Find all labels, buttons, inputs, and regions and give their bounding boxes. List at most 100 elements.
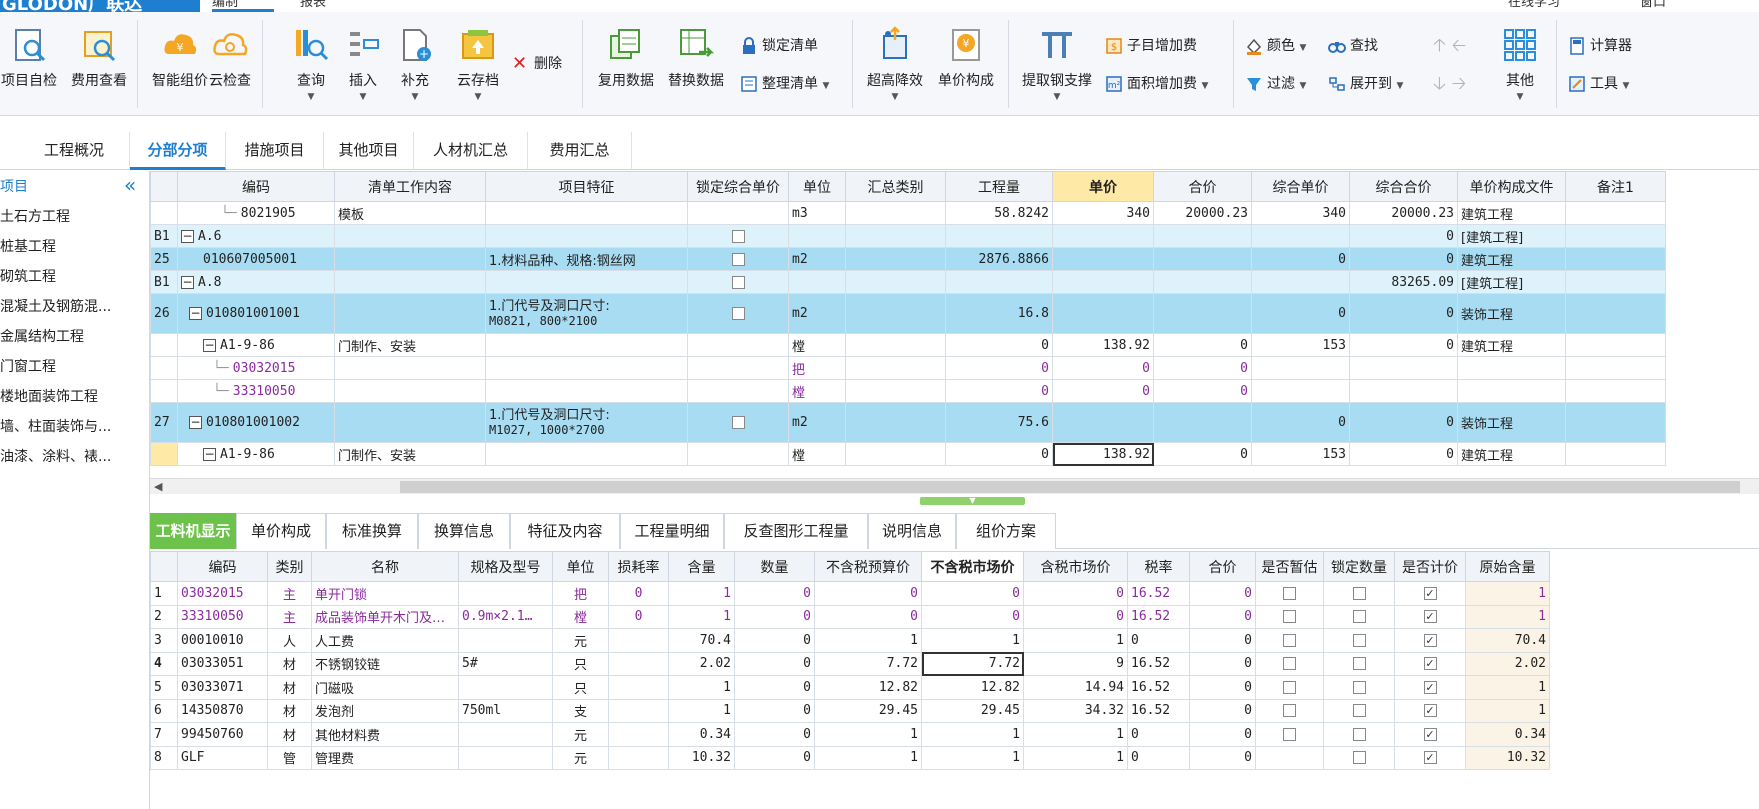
col-header[interactable]: 名称 bbox=[311, 551, 459, 582]
budget-price-cell[interactable]: 12.82 bbox=[814, 675, 922, 700]
code-cell[interactable]: └─ 03032015 bbox=[177, 356, 335, 380]
loss-rate-cell[interactable] bbox=[608, 698, 669, 723]
comp-total-cell[interactable]: 0 bbox=[1349, 333, 1458, 357]
project-check-button[interactable]: 项目自检 bbox=[0, 22, 62, 114]
note-cell[interactable] bbox=[1565, 402, 1666, 443]
tab-description-info[interactable]: 说明信息 bbox=[868, 513, 956, 549]
checked-checkbox-icon[interactable]: ✓ bbox=[1423, 751, 1437, 765]
note-cell[interactable] bbox=[1565, 224, 1666, 248]
panel-splitter-handle[interactable]: ▼ bbox=[920, 497, 1025, 505]
table-row[interactable]: └─ 8021905 模板 m3 58.8242 340 20000.23 34… bbox=[150, 201, 1666, 225]
total-cell[interactable]: 0 bbox=[1189, 604, 1256, 629]
comp-price-cell[interactable]: 153 bbox=[1251, 442, 1350, 466]
name-cell[interactable]: 门磁吸 bbox=[311, 675, 459, 700]
content-cell[interactable] bbox=[334, 356, 486, 380]
total-cell[interactable]: 20000.23 bbox=[1153, 201, 1252, 225]
tree-item-pile[interactable]: 桩基工程 bbox=[0, 233, 148, 261]
col-header-market-price[interactable]: 不含税市场价 bbox=[921, 551, 1024, 582]
col-header[interactable]: 类别 bbox=[267, 551, 312, 582]
loss-rate-cell[interactable] bbox=[608, 651, 669, 676]
checkbox[interactable] bbox=[1283, 586, 1296, 600]
spec-cell[interactable]: 0.9m×2.1… bbox=[458, 604, 553, 629]
tax-rate-cell[interactable]: 16.52 bbox=[1127, 581, 1190, 606]
category-cell[interactable]: 材 bbox=[267, 651, 312, 676]
category-cell[interactable]: 材 bbox=[267, 675, 312, 700]
comp-price-cell[interactable]: 340 bbox=[1251, 201, 1350, 225]
checkbox[interactable] bbox=[1352, 610, 1366, 624]
tab-pricing-scheme[interactable]: 组价方案 bbox=[956, 513, 1056, 549]
tax-market-price-cell[interactable]: 1 bbox=[1023, 722, 1128, 747]
loss-rate-cell[interactable] bbox=[608, 745, 669, 770]
quantity-cell[interactable]: 0 bbox=[734, 581, 815, 606]
tax-market-price-cell[interactable]: 0 bbox=[1023, 604, 1128, 629]
code-cell[interactable]: − A.8 bbox=[177, 270, 335, 294]
content-cell[interactable] bbox=[334, 402, 486, 443]
col-header[interactable]: 单价构成文件 bbox=[1457, 171, 1566, 202]
comp-total-cell[interactable] bbox=[1349, 379, 1458, 403]
code-cell[interactable]: 03032015 bbox=[177, 581, 268, 606]
priced-checkbox-cell[interactable]: ✓ bbox=[1394, 745, 1466, 770]
total-cell[interactable]: 0 bbox=[1189, 675, 1256, 700]
comp-total-cell[interactable]: 0 bbox=[1349, 224, 1458, 248]
qty-cell[interactable]: 0 bbox=[945, 356, 1053, 380]
sum-cat-cell[interactable] bbox=[845, 379, 946, 403]
code-cell[interactable]: − A.6 bbox=[177, 224, 335, 248]
sum-cat-cell[interactable] bbox=[845, 247, 946, 271]
checkbox[interactable] bbox=[1283, 727, 1296, 741]
lock-cell[interactable] bbox=[687, 293, 789, 334]
price-cell[interactable]: 138.92 bbox=[1052, 333, 1154, 357]
code-cell[interactable]: −010801001002 bbox=[177, 402, 335, 443]
name-cell[interactable]: 管理费 bbox=[311, 745, 459, 770]
comp-total-cell[interactable] bbox=[1349, 356, 1458, 380]
priced-checkbox-cell[interactable]: ✓ bbox=[1394, 628, 1466, 653]
checked-checkbox-icon[interactable]: ✓ bbox=[1423, 680, 1437, 694]
tax-rate-cell[interactable]: 0 bbox=[1127, 722, 1190, 747]
budget-price-cell[interactable]: 0 bbox=[814, 581, 922, 606]
expand-to-button[interactable]: 展开到 ▼ bbox=[1328, 72, 1403, 96]
col-header[interactable]: 单位 bbox=[788, 171, 846, 202]
sub-add-fee-button[interactable]: $ 子目增加费 bbox=[1105, 34, 1197, 58]
sum-cat-cell[interactable] bbox=[845, 270, 946, 294]
tree-item-project[interactable]: 项目 bbox=[0, 173, 148, 201]
content-cell[interactable]: 门制作、安装 bbox=[334, 333, 486, 357]
col-header[interactable]: 是否暂估 bbox=[1255, 551, 1324, 582]
area-add-fee-button[interactable]: m² 面积增加费 ▼ bbox=[1105, 72, 1208, 96]
priced-checkbox-cell[interactable]: ✓ bbox=[1394, 604, 1466, 629]
sum-cat-cell[interactable] bbox=[845, 442, 946, 466]
qty-cell[interactable]: 0 bbox=[945, 379, 1053, 403]
col-header[interactable]: 合价 bbox=[1153, 171, 1252, 202]
checkbox[interactable] bbox=[1283, 704, 1296, 718]
code-cell[interactable]: 03033051 bbox=[177, 651, 268, 676]
col-header[interactable]: 损耗率 bbox=[608, 551, 669, 582]
comp-total-cell[interactable]: 0 bbox=[1349, 293, 1458, 334]
unit-cell[interactable]: 樘 bbox=[788, 333, 846, 357]
note-cell[interactable] bbox=[1565, 247, 1666, 271]
table-row[interactable]: 1 03032015 主单开门锁把 0 1 0 0 0 0 16.52 0 ✓ 1 bbox=[150, 581, 1550, 606]
scroll-left-arrow-icon[interactable]: ◀ bbox=[154, 479, 162, 495]
category-cell[interactable]: 主 bbox=[267, 604, 312, 629]
feature-cell[interactable] bbox=[485, 379, 688, 403]
window-menu[interactable]: 窗口 bbox=[1640, 0, 1666, 9]
col-header[interactable]: 含税市场价 bbox=[1023, 551, 1128, 582]
code-cell[interactable]: − A1-9-86 bbox=[177, 333, 335, 357]
col-header[interactable]: 锁定数量 bbox=[1323, 551, 1395, 582]
tax-rate-cell[interactable]: 16.52 bbox=[1127, 651, 1190, 676]
comp-total-cell[interactable]: 0 bbox=[1349, 247, 1458, 271]
unit-cell[interactable]: m2 bbox=[788, 402, 846, 443]
qty-cell[interactable]: 75.6 bbox=[945, 402, 1053, 443]
table-row[interactable]: 8 GLF 管管理费元 10.32 0 1 1 1 0 0 ✓ 10.32 bbox=[150, 745, 1550, 770]
price-cell[interactable] bbox=[1052, 402, 1154, 443]
tax-market-price-cell[interactable]: 34.32 bbox=[1023, 698, 1128, 723]
est-checkbox-cell[interactable] bbox=[1255, 745, 1324, 770]
qty-cell[interactable]: 0 bbox=[945, 442, 1053, 466]
spec-cell[interactable]: 5# bbox=[458, 651, 553, 676]
tools-button[interactable]: 工具 ▼ bbox=[1568, 72, 1629, 96]
price-cell[interactable]: 340 bbox=[1052, 201, 1154, 225]
tree-item-earthwork[interactable]: 土石方工程 bbox=[0, 203, 148, 231]
name-cell[interactable]: 成品装饰单开木门及… bbox=[311, 604, 459, 629]
file-cell[interactable] bbox=[1457, 379, 1566, 403]
content-cell[interactable] bbox=[334, 270, 486, 294]
feature-cell[interactable]: 1.材料品种、规格:钢丝网 bbox=[485, 247, 688, 271]
file-cell[interactable]: 建筑工程 bbox=[1457, 442, 1566, 466]
note-cell[interactable] bbox=[1565, 356, 1666, 380]
